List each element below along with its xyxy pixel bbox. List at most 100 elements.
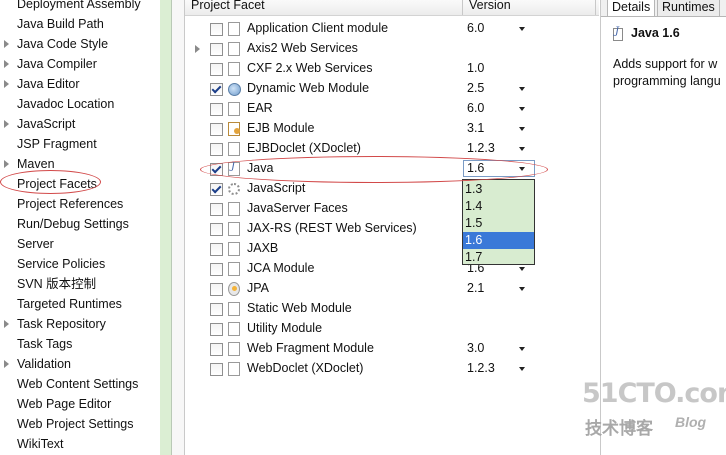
version-option[interactable]: 1.7 (463, 249, 534, 266)
expand-arrow-icon[interactable] (4, 160, 9, 168)
facet-checkbox[interactable] (210, 223, 223, 236)
facet-checkbox[interactable] (210, 83, 223, 96)
dropdown-arrow-icon[interactable] (519, 347, 525, 351)
tree-item[interactable]: Task Tags (0, 334, 160, 354)
tree-item[interactable]: Web Page Editor (0, 394, 160, 414)
tree-item[interactable]: Java Editor (0, 74, 160, 94)
facet-version[interactable]: 1.0 (467, 61, 484, 75)
facet-checkbox[interactable] (210, 283, 223, 296)
facet-checkbox[interactable] (210, 43, 223, 56)
facet-row[interactable]: Application Client module 6.0 (185, 19, 599, 39)
facet-version[interactable]: 6.0 (467, 101, 484, 115)
facet-checkbox[interactable] (210, 343, 223, 356)
tree-item[interactable]: Java Code Style (0, 34, 160, 54)
tree-item[interactable]: Service Policies (0, 254, 160, 274)
tree-item[interactable]: Task Repository (0, 314, 160, 334)
dropdown-arrow-icon[interactable] (519, 267, 525, 271)
dropdown-arrow-icon[interactable] (519, 87, 525, 91)
tree-item[interactable]: Web Content Settings (0, 374, 160, 394)
module-icon (228, 22, 240, 36)
facet-checkbox[interactable] (210, 183, 223, 196)
facet-row[interactable]: JPA 2.1 (185, 279, 599, 299)
tree-item[interactable]: WikiText (0, 434, 160, 454)
tree-item[interactable]: Project References (0, 194, 160, 214)
version-option[interactable]: 1.5 (463, 215, 534, 232)
facet-checkbox[interactable] (210, 243, 223, 256)
facet-row[interactable]: Dynamic Web Module 2.5 (185, 79, 599, 99)
tab-details[interactable]: Details (607, 0, 656, 16)
facet-row[interactable]: JavaServer Faces (185, 199, 599, 219)
expand-arrow-icon[interactable] (4, 360, 9, 368)
facet-version[interactable]: 2.5 (467, 81, 484, 95)
facet-checkbox[interactable] (210, 63, 223, 76)
facet-row[interactable]: CXF 2.x Web Services 1.0 (185, 59, 599, 79)
facet-checkbox[interactable] (210, 23, 223, 36)
facet-row[interactable]: WebDoclet (XDoclet) 1.2.3 (185, 359, 599, 379)
version-option[interactable]: 1.3 (463, 181, 534, 198)
facet-row[interactable]: EJB Module 3.1 (185, 119, 599, 139)
facet-row[interactable]: Axis2 Web Services (185, 39, 599, 59)
expand-arrow-icon[interactable] (195, 45, 200, 53)
facet-row[interactable]: JCA Module 1.6 (185, 259, 599, 279)
dropdown-arrow-icon[interactable] (519, 27, 525, 31)
facet-name: EAR (247, 101, 273, 115)
facet-version[interactable]: 6.0 (467, 21, 484, 35)
facet-checkbox[interactable] (210, 263, 223, 276)
dropdown-arrow-icon[interactable] (519, 107, 525, 111)
facet-checkbox[interactable] (210, 323, 223, 336)
splitter-strip[interactable] (160, 0, 171, 455)
facet-checkbox[interactable] (210, 363, 223, 376)
facet-row[interactable]: Web Fragment Module 3.0 (185, 339, 599, 359)
module-icon (228, 42, 240, 56)
watermark-blog: Blog (675, 414, 707, 430)
tree-item[interactable]: Server (0, 234, 160, 254)
tree-item[interactable]: Java Build Path (0, 14, 160, 34)
tree-item[interactable]: Targeted Runtimes (0, 294, 160, 314)
column-header-version[interactable]: Version (469, 0, 511, 12)
tree-item[interactable]: SVN 版本控制 (0, 274, 160, 294)
facet-row[interactable]: Static Web Module (185, 299, 599, 319)
expand-arrow-icon[interactable] (4, 80, 9, 88)
tab-runtimes[interactable]: Runtimes (657, 0, 720, 16)
facet-row[interactable]: JAX-RS (REST Web Services) (185, 219, 599, 239)
facet-name: Application Client module (247, 21, 389, 35)
expand-arrow-icon[interactable] (4, 40, 9, 48)
tree-item[interactable]: Run/Debug Settings (0, 214, 160, 234)
tree-item[interactable]: Validation (0, 354, 160, 374)
tree-item[interactable]: JavaScript (0, 114, 160, 134)
dropdown-arrow-icon[interactable] (519, 147, 525, 151)
tree-item[interactable]: Javadoc Location (0, 94, 160, 114)
module-icon (228, 242, 240, 256)
dropdown-arrow-icon[interactable] (519, 367, 525, 371)
expand-arrow-icon[interactable] (4, 60, 9, 68)
facet-version[interactable]: 2.1 (467, 281, 484, 295)
facet-row[interactable]: Utility Module (185, 319, 599, 339)
version-option[interactable]: 1.6 (463, 232, 534, 249)
facet-checkbox[interactable] (210, 103, 223, 116)
tree-item[interactable]: Java Compiler (0, 54, 160, 74)
facet-checkbox[interactable] (210, 303, 223, 316)
facet-checkbox[interactable] (210, 123, 223, 136)
facet-row[interactable]: EAR 6.0 (185, 99, 599, 119)
tree-item[interactable]: Deployment Assembly (0, 0, 160, 14)
facet-version[interactable]: 1.2.3 (467, 141, 495, 155)
facet-version[interactable]: 3.1 (467, 121, 484, 135)
facet-checkbox[interactable] (210, 203, 223, 216)
module-icon (228, 262, 240, 276)
tree-item[interactable]: Web Project Settings (0, 414, 160, 434)
version-option[interactable]: 1.4 (463, 198, 534, 215)
facet-checkbox[interactable] (210, 143, 223, 156)
facet-version[interactable]: 3.0 (467, 341, 484, 355)
column-separator[interactable] (595, 0, 596, 15)
tree-item[interactable]: JSP Fragment (0, 134, 160, 154)
facet-version[interactable]: 1.2.3 (467, 361, 495, 375)
details-tab-bar: Details Runtimes (601, 0, 726, 17)
dropdown-arrow-icon[interactable] (519, 127, 525, 131)
tree-item-label: Javadoc Location (17, 97, 115, 111)
expand-arrow-icon[interactable] (4, 320, 9, 328)
expand-arrow-icon[interactable] (4, 120, 9, 128)
column-header-facet[interactable]: Project Facet (191, 0, 265, 12)
facet-row[interactable]: JAXB (185, 239, 599, 259)
dropdown-arrow-icon[interactable] (519, 287, 525, 291)
column-separator[interactable] (462, 0, 463, 15)
